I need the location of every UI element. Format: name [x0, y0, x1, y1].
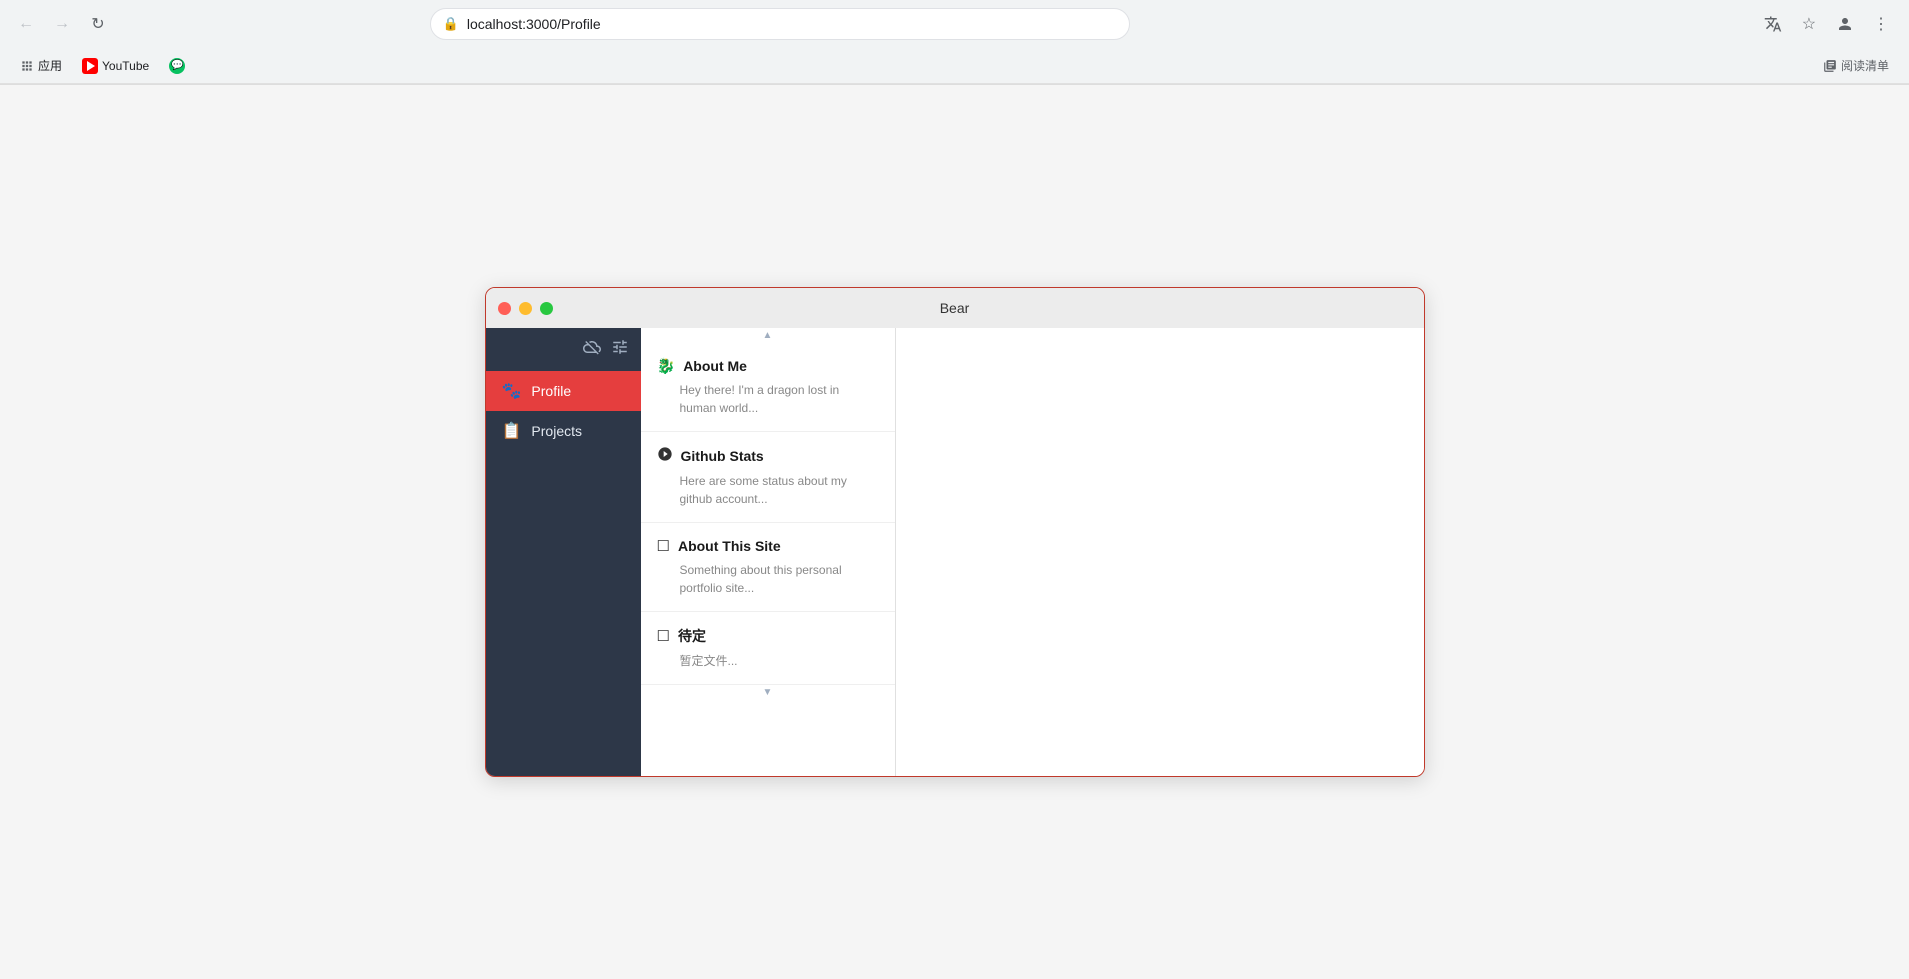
pending-title: 待定	[678, 626, 706, 646]
note-item-about-site-header: ☐ About This Site	[657, 537, 879, 555]
bookmark-button[interactable]: ☆	[1793, 8, 1825, 40]
window-close-button[interactable]	[498, 302, 511, 315]
github-stats-preview: Here are some status about my github acc…	[657, 472, 879, 508]
app-body: 🐾 Profile 📋 Projects ▲ 🐉 About Me	[486, 328, 1424, 776]
window-title: Bear	[940, 300, 970, 316]
bookmark-wechat[interactable]: 💬	[161, 54, 193, 78]
forward-button[interactable]: →	[48, 10, 76, 38]
sidebar-item-profile-label: Profile	[531, 383, 571, 399]
url-text: localhost:3000/Profile	[467, 16, 1117, 32]
sidebar-item-projects[interactable]: 📋 Projects	[486, 411, 641, 451]
note-item-github-stats-header: Github Stats	[657, 446, 879, 466]
sidebar-item-profile[interactable]: 🐾 Profile	[486, 371, 641, 411]
toolbar-right: ☆ ⋮	[1757, 8, 1897, 40]
about-me-icon: 🐉	[657, 357, 676, 375]
pending-preview: 暂定文件...	[657, 652, 879, 670]
note-item-about-site[interactable]: ☐ About This Site Something about this p…	[641, 523, 895, 612]
note-item-about-me-header: 🐉 About Me	[657, 357, 879, 375]
pending-icon: ☐	[657, 627, 670, 645]
sidebar: 🐾 Profile 📋 Projects	[486, 328, 641, 776]
title-bar: Bear	[486, 288, 1424, 328]
about-site-title: About This Site	[678, 538, 781, 554]
reading-list-button[interactable]: 阅读清单	[1815, 53, 1897, 78]
github-stats-title: Github Stats	[681, 448, 764, 464]
note-list[interactable]: ▲ 🐉 About Me Hey there! I'm a dragon los…	[641, 328, 896, 776]
note-item-pending[interactable]: ☐ 待定 暂定文件...	[641, 612, 895, 685]
cloud-off-icon[interactable]	[583, 338, 601, 361]
page-content: Bear	[0, 85, 1909, 979]
profile-button[interactable]	[1829, 8, 1861, 40]
settings-icon[interactable]	[611, 338, 629, 361]
about-me-preview: Hey there! I'm a dragon lost in human wo…	[657, 381, 879, 417]
book-icon: 📋	[502, 421, 522, 441]
note-item-about-me[interactable]: 🐉 About Me Hey there! I'm a dragon lost …	[641, 343, 895, 432]
translate-button[interactable]	[1757, 8, 1789, 40]
address-bar[interactable]: 🔒 localhost:3000/Profile	[430, 8, 1130, 40]
github-stats-icon	[657, 446, 673, 466]
window-controls	[498, 302, 553, 315]
note-item-github-stats[interactable]: Github Stats Here are some status about …	[641, 432, 895, 523]
content-area[interactable]	[896, 328, 1424, 776]
window-maximize-button[interactable]	[540, 302, 553, 315]
youtube-label: YouTube	[102, 59, 149, 73]
bookmarks-bar: 应用 YouTube 💬 阅读清单	[0, 48, 1909, 84]
sidebar-nav: 🐾 Profile 📋 Projects	[486, 371, 641, 776]
paw-icon: 🐾	[502, 381, 522, 401]
about-site-icon: ☐	[657, 537, 670, 555]
scroll-down-arrow[interactable]: ▼	[641, 685, 895, 700]
bookmark-youtube[interactable]: YouTube	[74, 54, 157, 78]
lock-icon: 🔒	[443, 16, 459, 32]
app-window: Bear	[485, 287, 1425, 777]
reload-button[interactable]: ↻	[84, 10, 112, 38]
about-site-preview: Something about this personal portfolio …	[657, 561, 879, 597]
bookmark-apps[interactable]: 应用	[12, 53, 70, 78]
back-button[interactable]: ←	[12, 10, 40, 38]
window-minimize-button[interactable]	[519, 302, 532, 315]
apps-label: 应用	[38, 57, 62, 74]
note-item-pending-header: ☐ 待定	[657, 626, 879, 646]
browser-toolbar: ← → ↻ 🔒 localhost:3000/Profile ☆ ⋮	[0, 0, 1909, 48]
wechat-icon: 💬	[169, 58, 185, 74]
menu-button[interactable]: ⋮	[1865, 8, 1897, 40]
sidebar-header	[486, 328, 641, 371]
youtube-icon	[82, 58, 98, 74]
scroll-up-arrow[interactable]: ▲	[641, 328, 895, 343]
reading-list-label: 阅读清单	[1841, 57, 1889, 74]
sidebar-item-projects-label: Projects	[531, 423, 582, 439]
browser-chrome: ← → ↻ 🔒 localhost:3000/Profile ☆ ⋮	[0, 0, 1909, 85]
about-me-title: About Me	[683, 358, 747, 374]
